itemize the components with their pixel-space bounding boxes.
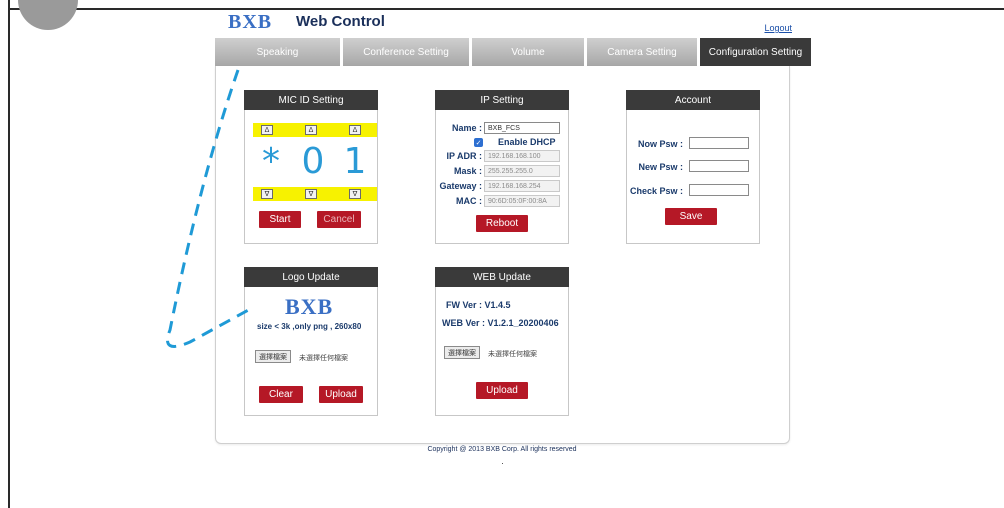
web-update-title: WEB Update	[435, 267, 569, 287]
mic-id-up-bar: Δ Δ Δ	[253, 123, 377, 137]
mic-id-down-bar: ∇ ∇ ∇	[253, 187, 377, 201]
choose-web-file-button[interactable]: 選擇檔案	[444, 346, 480, 359]
digit3-down-arrow-icon[interactable]: ∇	[349, 189, 361, 199]
tab-configuration-setting[interactable]: Configuration Setting	[700, 38, 811, 66]
digit2-up-arrow-icon[interactable]: Δ	[305, 125, 317, 135]
page-title: Web Control	[296, 13, 385, 30]
logo-update-title: Logo Update	[244, 267, 378, 287]
now-password-input[interactable]	[689, 137, 749, 149]
start-button[interactable]: Start	[259, 211, 301, 228]
digit1-up-arrow-icon[interactable]: Δ	[261, 125, 273, 135]
tab-speaking[interactable]: Speaking	[215, 38, 340, 66]
logo-no-file-text: 未選擇任何檔案	[299, 355, 348, 362]
ip-address-label: IP ADR :	[446, 151, 482, 161]
step-marker-circle	[18, 0, 78, 30]
now-password-label: Now Psw :	[637, 139, 683, 149]
digit2-down-arrow-icon[interactable]: ∇	[305, 189, 317, 199]
mic-id-setting-title: MIC ID Setting	[244, 90, 378, 110]
web-no-file-text: 未選擇任何檔案	[488, 351, 537, 358]
name-input[interactable]: BXB_FCS	[484, 122, 560, 134]
gateway-label: Gateway :	[439, 181, 482, 191]
tab-bar: Speaking Conference Setting Volume Camer…	[215, 38, 811, 66]
fw-version-text: FW Ver : V1.4.5	[446, 300, 511, 310]
mask-label: Mask :	[453, 166, 482, 176]
mask-field[interactable]: 255.255.255.0	[484, 165, 560, 177]
enable-dhcp-label: Enable DHCP	[498, 137, 556, 147]
name-label: Name :	[451, 123, 482, 133]
enable-dhcp-checkbox[interactable]: ✓	[474, 138, 483, 147]
reboot-button[interactable]: Reboot	[476, 215, 528, 232]
footer-dot	[502, 463, 503, 464]
web-version-text: WEB Ver : V1.2.1_20200406	[442, 318, 559, 328]
tab-camera-setting[interactable]: Camera Setting	[587, 38, 697, 66]
ip-setting-box: IP Setting Name : BXB_FCS ✓ Enable DHCP …	[435, 90, 569, 244]
digit1-down-arrow-icon[interactable]: ∇	[261, 189, 273, 199]
ip-address-field[interactable]: 192.168.168.100	[484, 150, 560, 162]
configuration-panel: MIC ID Setting Δ Δ Δ * 0 1 ∇ ∇ ∇ Start C…	[215, 66, 790, 444]
choose-logo-file-button[interactable]: 選擇檔案	[255, 350, 291, 363]
logo-update-box: Logo Update BXB size < 3k ,only png , 26…	[244, 267, 378, 416]
check-password-input[interactable]	[689, 184, 749, 196]
upload-web-button[interactable]: Upload	[476, 382, 528, 399]
tab-volume[interactable]: Volume	[472, 38, 584, 66]
header: BXB Web Control Logout	[228, 10, 792, 36]
logo-preview-image: BXB	[285, 294, 334, 319]
digit3-up-arrow-icon[interactable]: Δ	[349, 125, 361, 135]
mac-label: MAC :	[456, 196, 482, 206]
brand-logo: BXB	[228, 11, 273, 33]
clear-logo-button[interactable]: Clear	[259, 386, 303, 403]
gateway-field[interactable]: 192.168.168.254	[484, 180, 560, 192]
account-box: Account Now Psw : New Psw : Check Psw : …	[626, 90, 760, 244]
mic-id-digit-3: 1	[343, 141, 367, 182]
ip-setting-title: IP Setting	[435, 90, 569, 110]
frame-left-border	[8, 0, 10, 508]
copyright-footer: Copyright @ 2013 BXB Corp. All rights re…	[427, 446, 577, 453]
upload-logo-button[interactable]: Upload	[319, 386, 363, 403]
web-update-box: WEB Update FW Ver : V1.4.5 WEB Ver : V1.…	[435, 267, 569, 416]
mic-id-digit-1: *	[262, 141, 280, 182]
tab-conference-setting[interactable]: Conference Setting	[343, 38, 469, 66]
save-button[interactable]: Save	[665, 208, 717, 225]
new-password-input[interactable]	[689, 160, 749, 172]
mic-id-setting-box: MIC ID Setting Δ Δ Δ * 0 1 ∇ ∇ ∇ Start C…	[244, 90, 378, 244]
mic-id-digit-2: 0	[301, 141, 325, 182]
mac-field: 90:6D:05:0F:00:8A	[484, 195, 560, 207]
logo-size-hint: size < 3k ,only png , 260x80	[257, 322, 362, 331]
account-title: Account	[626, 90, 760, 110]
new-password-label: New Psw :	[638, 162, 683, 172]
logout-link[interactable]: Logout	[764, 23, 792, 33]
cancel-button[interactable]: Cancel	[317, 211, 361, 228]
check-password-label: Check Psw :	[629, 186, 683, 196]
